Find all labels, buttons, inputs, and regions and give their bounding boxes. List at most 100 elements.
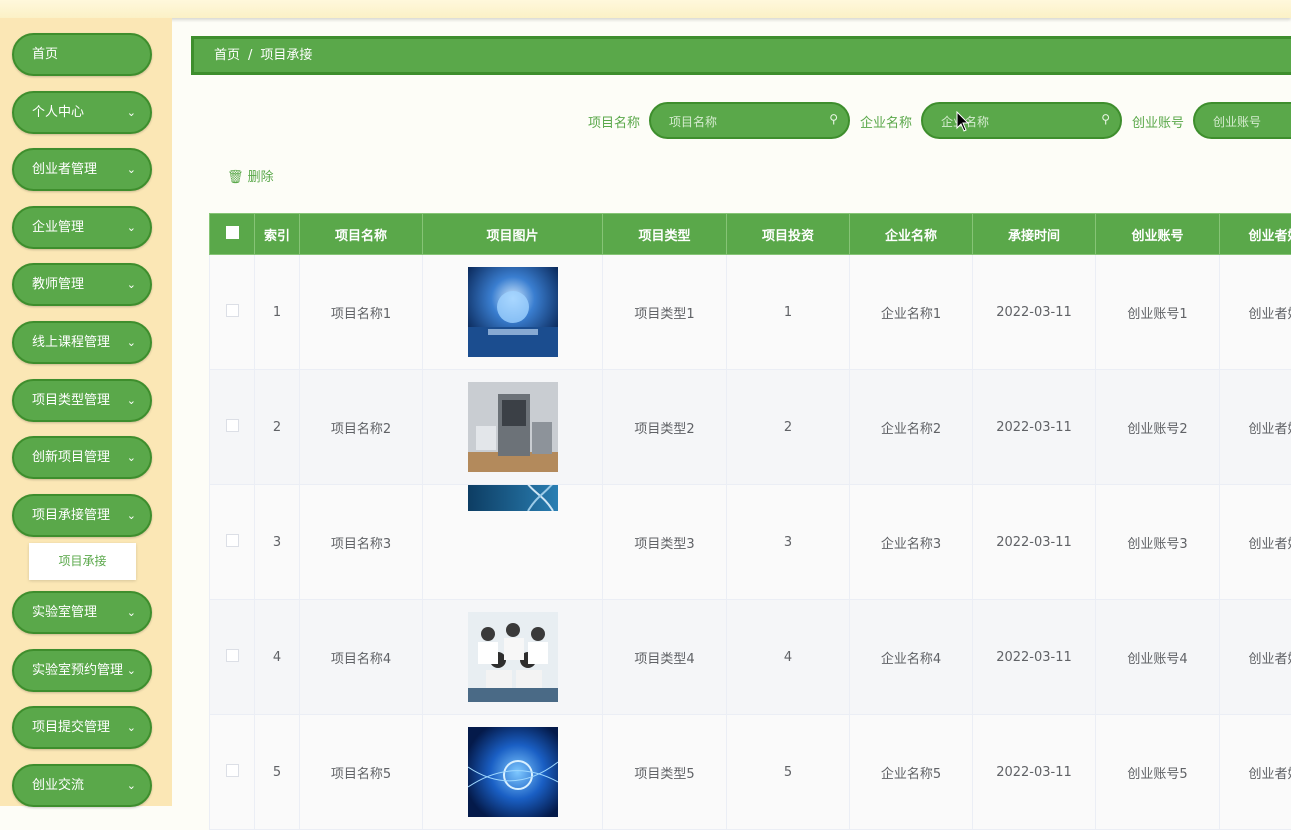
col-header-project-name: 项目名称: [300, 214, 423, 255]
sidebar-item-company-management[interactable]: 企业管理⌄: [12, 206, 152, 249]
project-image-thumbnail[interactable]: [468, 267, 558, 357]
sidebar-item-project-submission-management[interactable]: 项目提交管理⌄: [12, 706, 152, 749]
table-row[interactable]: 2 项目名称2 项目类型2 2 企业名称2 2022-03-11 创业账号2 创…: [210, 370, 1291, 485]
project-image-thumbnail[interactable]: [468, 727, 558, 817]
company-name-search-box: ⚲: [921, 102, 1122, 139]
sidebar-item-project-undertaking-management[interactable]: 项目承接管理⌄: [12, 494, 152, 537]
row-checkbox[interactable]: [226, 534, 239, 547]
cell-company-name: 企业名称2: [850, 370, 973, 485]
row-checkbox[interactable]: [226, 764, 239, 777]
cell-project-name: 项目名称4: [300, 600, 423, 715]
sidebar-item-label: 首页: [32, 47, 58, 62]
project-name-search-box: ⚲: [649, 102, 850, 139]
cell-company-name: 企业名称1: [850, 255, 973, 370]
cell-project-image: [423, 600, 603, 715]
cell-undertake-time: 2022-03-11: [973, 370, 1096, 485]
table-row[interactable]: 5 项目名称5 项目类型5 5 企业名称5 2022-03-11 创业账号5 创…: [210, 715, 1291, 830]
project-image-thumbnail[interactable]: [468, 612, 558, 702]
chevron-down-icon: ⌄: [127, 438, 136, 477]
chevron-down-icon: ⌄: [127, 323, 136, 362]
sidebar-item-project-type-management[interactable]: 项目类型管理 ⌄: [12, 379, 152, 422]
sidebar-item-label: 线上课程管理: [32, 335, 110, 350]
sidebar-item-home[interactable]: 首页: [12, 33, 152, 76]
chevron-down-icon: ⌄: [127, 766, 136, 805]
sidebar-item-label: 创业交流: [32, 778, 84, 793]
row-checkbox-cell[interactable]: [210, 485, 255, 600]
submenu-item-label: 项目承接: [58, 554, 106, 568]
sidebar-item-label: 教师管理: [32, 277, 84, 292]
sidebar-item-lab-management[interactable]: 实验室管理⌄: [12, 591, 152, 634]
cell-index: 5: [255, 715, 300, 830]
cell-project-name: 项目名称3: [300, 485, 423, 600]
chevron-down-icon: ⌄: [127, 708, 136, 747]
cell-company-name: 企业名称4: [850, 600, 973, 715]
sidebar-item-innovation-project-management[interactable]: 创新项目管理 ⌄: [12, 436, 152, 479]
search-icon: ⚲: [829, 112, 838, 126]
col-header-project-investment: 项目投资: [727, 214, 850, 255]
breadcrumb-home[interactable]: 首页: [214, 48, 240, 63]
sidebar-item-label: 实验室管理: [32, 605, 97, 620]
delete-label: 删除: [248, 170, 274, 185]
col-header-undertake-time: 承接时间: [973, 214, 1096, 255]
cell-undertake-time: 2022-03-11: [973, 485, 1096, 600]
sidebar-item-lab-booking-management[interactable]: 实验室预约管理⌄: [12, 649, 152, 692]
chevron-down-icon: ⌄: [127, 381, 136, 420]
cell-founder-name: 创业者姓: [1220, 255, 1291, 370]
col-header-company-name: 企业名称: [850, 214, 973, 255]
sidebar-item-startup-exchange[interactable]: 创业交流 ⌄: [12, 764, 152, 807]
cell-index: 2: [255, 370, 300, 485]
submenu-item-project-undertaking[interactable]: 项目承接: [29, 543, 136, 580]
project-image-thumbnail[interactable]: [468, 485, 558, 511]
row-checkbox[interactable]: [226, 419, 239, 432]
row-checkbox-cell[interactable]: [210, 600, 255, 715]
cell-undertake-time: 2022-03-11: [973, 255, 1096, 370]
table-row[interactable]: 1 项目名称1 项目类型1 1 企业名称1 2022-03-11 创业账号1 创…: [210, 255, 1291, 370]
sidebar: 首页 个人中心⌄ 创业者管理⌄ 企业管理⌄ 教师管理⌄ 线上课程管理⌄ 项目类型…: [0, 18, 172, 806]
select-all-header[interactable]: [210, 214, 255, 255]
cell-index: 1: [255, 255, 300, 370]
project-name-label: 项目名称: [588, 112, 640, 131]
row-checkbox-cell[interactable]: [210, 715, 255, 830]
cell-company-name: 企业名称5: [850, 715, 973, 830]
cell-investment: 5: [727, 715, 850, 830]
breadcrumb-current: 项目承接: [260, 48, 312, 63]
cell-investment: 3: [727, 485, 850, 600]
row-checkbox-cell[interactable]: [210, 255, 255, 370]
cell-founder-name: 创业者姓: [1220, 485, 1291, 600]
chevron-down-icon: ⌄: [127, 93, 136, 132]
row-checkbox[interactable]: [226, 304, 239, 317]
row-checkbox-cell[interactable]: [210, 370, 255, 485]
sidebar-item-label: 项目类型管理: [32, 393, 110, 408]
table-row[interactable]: 3 项目名称3 项目类型3 3 企业名称3 2022-03-11 创业账号3 创…: [210, 485, 1291, 600]
table-row[interactable]: 4 项目名称4 项目类型4 4 企业名称4 2022-03-11 创业账号4 创…: [210, 600, 1291, 715]
col-header-founder-name: 创业者姓: [1220, 214, 1291, 255]
select-all-checkbox[interactable]: [226, 226, 239, 239]
row-checkbox[interactable]: [226, 649, 239, 662]
cell-index: 3: [255, 485, 300, 600]
sidebar-item-label: 个人中心: [32, 105, 84, 120]
sidebar-item-teacher-management[interactable]: 教师管理⌄: [12, 263, 152, 306]
project-name-search-input[interactable]: [667, 112, 821, 132]
sidebar-item-online-course-management[interactable]: 线上课程管理 ⌄: [12, 321, 152, 364]
account-search-input[interactable]: [1211, 112, 1291, 132]
cell-project-image: [423, 255, 603, 370]
sidebar-item-label: 创新项目管理: [32, 450, 110, 465]
breadcrumb: 首页 / 项目承接: [191, 36, 1291, 75]
cell-company-name: 企业名称3: [850, 485, 973, 600]
chevron-down-icon: ⌄: [127, 496, 136, 535]
project-image-thumbnail[interactable]: [468, 382, 558, 472]
sidebar-item-founder-management[interactable]: 创业者管理⌄: [12, 148, 152, 191]
sidebar-item-personal-center[interactable]: 个人中心 ⌄: [12, 91, 152, 134]
cell-founder-name: 创业者姓: [1220, 715, 1291, 830]
delete-button[interactable]: 🗑 删除: [227, 166, 274, 185]
cell-project-type: 项目类型3: [603, 485, 727, 600]
cell-project-type: 项目类型5: [603, 715, 727, 830]
cell-account: 创业账号1: [1096, 255, 1220, 370]
chevron-down-icon: ⌄: [127, 208, 136, 247]
breadcrumb-separator: /: [248, 48, 252, 63]
sidebar-item-label: 实验室预约管理: [32, 663, 123, 678]
cell-undertake-time: 2022-03-11: [973, 600, 1096, 715]
table-header-row: 索引 项目名称 项目图片 项目类型 项目投资 企业名称 承接时间 创业账号 创业…: [210, 214, 1291, 255]
col-header-index: 索引: [255, 214, 300, 255]
col-header-project-type: 项目类型: [603, 214, 727, 255]
